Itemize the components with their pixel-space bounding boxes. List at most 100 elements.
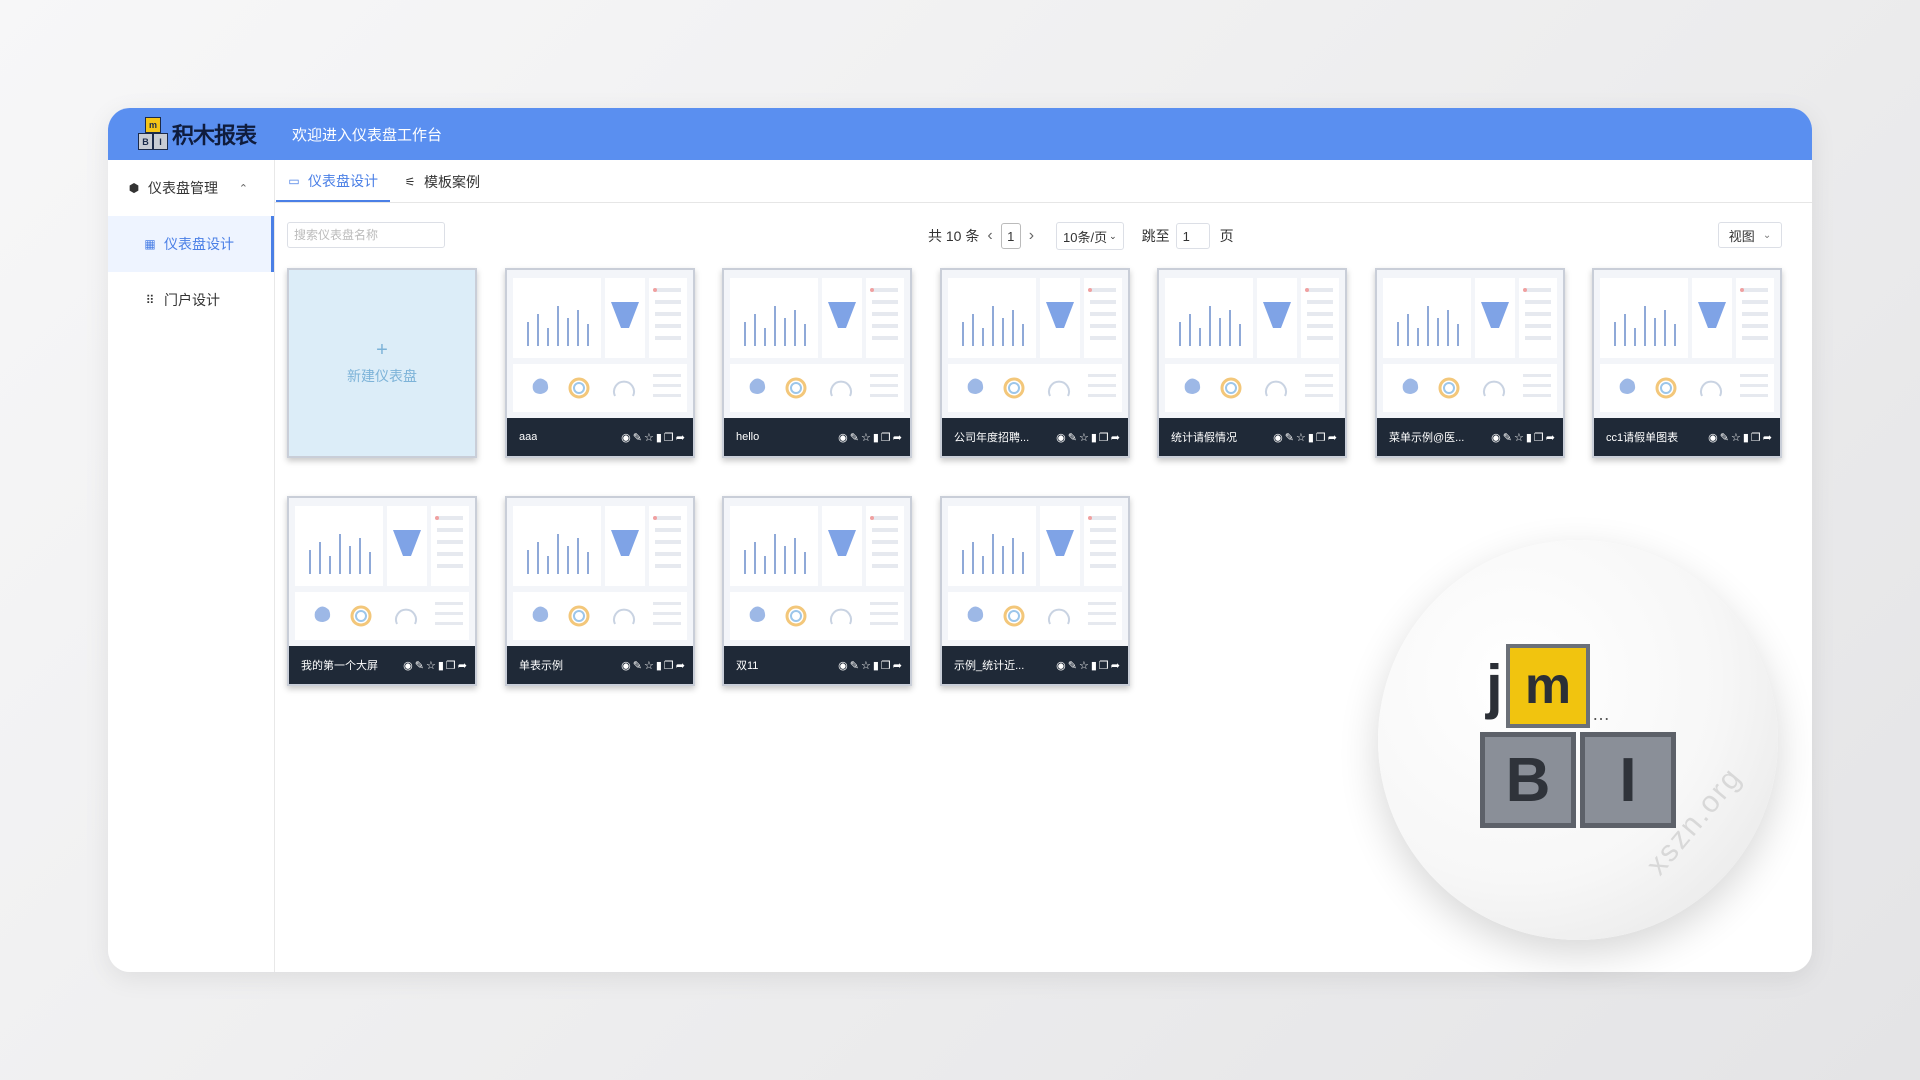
top-bar: m B I 积木报表 欢迎进入仪表盘工作台	[108, 108, 1812, 160]
eye-icon[interactable]: ◉	[838, 659, 848, 672]
dashboard-card[interactable]: 单表示例 ◉ ✎ ☆ ▮ ❐ ➦	[505, 496, 695, 686]
star-icon[interactable]: ☆	[1079, 659, 1089, 672]
pencil-icon[interactable]: ✎	[415, 659, 424, 672]
trash-icon[interactable]: ▮	[1308, 431, 1314, 444]
sidebar-group-dashboard-management[interactable]: ⬢ 仪表盘管理 ⌃	[108, 160, 274, 216]
trash-icon[interactable]: ▮	[873, 659, 879, 672]
copy-icon[interactable]: ❐	[1751, 431, 1761, 444]
star-icon[interactable]: ☆	[861, 659, 871, 672]
tab-dashboard-design[interactable]: ▭ 仪表盘设计	[276, 162, 390, 202]
star-icon[interactable]: ☆	[1731, 431, 1741, 444]
dashboard-card[interactable]: hello ◉ ✎ ☆ ▮ ❐ ➦	[722, 268, 912, 458]
trash-icon[interactable]: ▮	[656, 431, 662, 444]
trash-icon[interactable]: ▮	[656, 659, 662, 672]
star-icon[interactable]: ☆	[426, 659, 436, 672]
monitor-icon: ▭	[288, 174, 300, 188]
star-icon[interactable]: ☆	[1296, 431, 1306, 444]
eye-icon[interactable]: ◉	[621, 431, 631, 444]
copy-icon[interactable]: ❐	[446, 659, 456, 672]
card-actions: ◉ ✎ ☆ ▮ ❐ ➦	[621, 431, 685, 444]
trash-icon[interactable]: ▮	[438, 659, 444, 672]
share-icon[interactable]: ➦	[1328, 431, 1337, 444]
dashboard-card[interactable]: cc1请假单图表 ◉ ✎ ☆ ▮ ❐ ➦	[1592, 268, 1782, 458]
card-footer: hello ◉ ✎ ☆ ▮ ❐ ➦	[724, 418, 910, 456]
pencil-icon[interactable]: ✎	[1068, 659, 1077, 672]
share-icon[interactable]: ➦	[893, 431, 902, 444]
eye-icon[interactable]: ◉	[1056, 431, 1066, 444]
eye-icon[interactable]: ◉	[838, 431, 848, 444]
logo-blocks-icon: m B I	[138, 116, 168, 152]
sidebar-item-dashboard-design[interactable]: ▦ 仪表盘设计	[108, 216, 274, 272]
dashboard-card[interactable]: 双11 ◉ ✎ ☆ ▮ ❐ ➦	[722, 496, 912, 686]
share-icon[interactable]: ➦	[676, 431, 685, 444]
logo-block-i: I	[153, 133, 168, 150]
page-size-select[interactable]: 10条/页 ⌄	[1056, 222, 1124, 250]
page-number-current[interactable]: 1	[1000, 223, 1021, 249]
copy-icon[interactable]: ❐	[1316, 431, 1326, 444]
copy-icon[interactable]: ❐	[664, 431, 674, 444]
trash-icon[interactable]: ▮	[873, 431, 879, 444]
star-icon[interactable]: ☆	[1079, 431, 1089, 444]
dashboard-card[interactable]: 公司年度招聘... ◉ ✎ ☆ ▮ ❐ ➦	[940, 268, 1130, 458]
share-icon[interactable]: ➦	[1763, 431, 1772, 444]
new-dashboard-label: 新建仪表盘	[347, 368, 417, 384]
star-icon[interactable]: ☆	[644, 659, 654, 672]
copy-icon[interactable]: ❐	[1099, 431, 1109, 444]
share-icon[interactable]: ➦	[893, 659, 902, 672]
trash-icon[interactable]: ▮	[1091, 659, 1097, 672]
card-actions: ◉ ✎ ☆ ▮ ❐ ➦	[838, 431, 902, 444]
card-footer: 双11 ◉ ✎ ☆ ▮ ❐ ➦	[724, 646, 910, 684]
dashboard-card[interactable]: 菜单示例@医... ◉ ✎ ☆ ▮ ❐ ➦	[1375, 268, 1565, 458]
pencil-icon[interactable]: ✎	[1720, 431, 1729, 444]
jump-input[interactable]: 1	[1175, 223, 1210, 249]
pencil-icon[interactable]: ✎	[850, 431, 859, 444]
dashboard-card[interactable]: 我的第一个大屏 ◉ ✎ ☆ ▮ ❐ ➦	[287, 496, 477, 686]
trash-icon[interactable]: ▮	[1091, 431, 1097, 444]
pencil-icon[interactable]: ✎	[633, 659, 642, 672]
share-icon[interactable]: ➦	[1111, 431, 1120, 444]
eye-icon[interactable]: ◉	[1056, 659, 1066, 672]
share-icon[interactable]: ➦	[458, 659, 467, 672]
logo: m B I 积木报表	[138, 116, 257, 152]
pencil-icon[interactable]: ✎	[633, 431, 642, 444]
star-icon[interactable]: ☆	[1514, 431, 1524, 444]
dashboard-title: 统计请假情况	[1171, 432, 1237, 444]
dashboard-thumbnail	[507, 498, 693, 648]
card-footer: 我的第一个大屏 ◉ ✎ ☆ ▮ ❐ ➦	[289, 646, 475, 684]
eye-icon[interactable]: ◉	[403, 659, 413, 672]
pencil-icon[interactable]: ✎	[850, 659, 859, 672]
copy-icon[interactable]: ❐	[1099, 659, 1109, 672]
view-select[interactable]: 视图 ⌄	[1718, 222, 1782, 248]
eye-icon[interactable]: ◉	[1708, 431, 1718, 444]
star-icon[interactable]: ☆	[861, 431, 871, 444]
eye-icon[interactable]: ◉	[621, 659, 631, 672]
logo-text: 积木报表	[172, 123, 257, 148]
trash-icon[interactable]: ▮	[1526, 431, 1532, 444]
eye-icon[interactable]: ◉	[1273, 431, 1283, 444]
dashboard-card[interactable]: aaa ◉ ✎ ☆ ▮ ❐ ➦	[505, 268, 695, 458]
pencil-icon[interactable]: ✎	[1285, 431, 1294, 444]
copy-icon[interactable]: ❐	[881, 659, 891, 672]
copy-icon[interactable]: ❐	[881, 431, 891, 444]
jmbi-block-m: m	[1506, 644, 1590, 728]
copy-icon[interactable]: ❐	[664, 659, 674, 672]
dashboard-card[interactable]: 示例_统计近... ◉ ✎ ☆ ▮ ❐ ➦	[940, 496, 1130, 686]
share-icon[interactable]: ➦	[1546, 431, 1555, 444]
chevron-left-icon[interactable]: ‹	[987, 227, 992, 245]
tab-template-cases[interactable]: ⚟ 模板案例	[392, 162, 492, 202]
sliders-icon: ⚟	[404, 175, 416, 189]
copy-icon[interactable]: ❐	[1534, 431, 1544, 444]
star-icon[interactable]: ☆	[644, 431, 654, 444]
dashboard-card[interactable]: 统计请假情况 ◉ ✎ ☆ ▮ ❐ ➦	[1157, 268, 1347, 458]
sidebar-item-portal-design[interactable]: ⠿ 门户设计	[108, 272, 274, 328]
trash-icon[interactable]: ▮	[1743, 431, 1749, 444]
dashboard-title: 示例_统计近...	[954, 660, 1025, 672]
eye-icon[interactable]: ◉	[1491, 431, 1501, 444]
search-input[interactable]	[287, 222, 445, 248]
new-dashboard-card[interactable]: + 新建仪表盘	[287, 268, 477, 458]
pencil-icon[interactable]: ✎	[1503, 431, 1512, 444]
share-icon[interactable]: ➦	[1111, 659, 1120, 672]
chevron-right-icon[interactable]: ›	[1029, 227, 1034, 245]
share-icon[interactable]: ➦	[676, 659, 685, 672]
pencil-icon[interactable]: ✎	[1068, 431, 1077, 444]
